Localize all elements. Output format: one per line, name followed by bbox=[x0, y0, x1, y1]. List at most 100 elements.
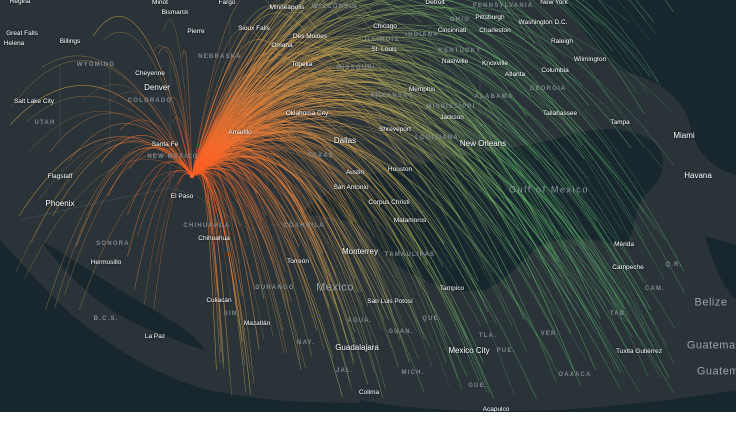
flow-arc bbox=[191, 174, 255, 290]
map-label-detroit-6: Detroit bbox=[425, 0, 445, 6]
flow-arc bbox=[191, 69, 668, 376]
map-label-que-91: QUE. bbox=[422, 316, 442, 322]
map-label-louisiana-53: LOUISIANA bbox=[415, 135, 459, 141]
map-label-tamaulipas-75: TAMAULIPAS bbox=[384, 252, 436, 258]
map-label-tab-88: TAB. bbox=[609, 311, 629, 317]
map-label-des-moines-14: Des Moines bbox=[292, 32, 328, 40]
map-label-monterrey-74: Monterrey bbox=[341, 247, 379, 256]
map-label-wyoming-25: WYOMING bbox=[76, 62, 116, 68]
flow-arc bbox=[144, 166, 193, 305]
map-label-tuxtla-gutierrez-101: Tuxtla Gutiérrez bbox=[616, 347, 662, 355]
flow-arc bbox=[191, 156, 425, 392]
map-label-guatemala-106: Guatemala bbox=[696, 365, 736, 378]
map-label-miami-52: Miami bbox=[673, 131, 695, 140]
map-label-coahuila-70: COAHUILA bbox=[283, 223, 325, 229]
map-label-chicago-15: Chicago bbox=[373, 22, 397, 30]
map-label-helena-10: Helena bbox=[3, 39, 25, 47]
map-label-amarillo-50: Amarillo bbox=[228, 128, 252, 136]
map-label-memphis-40: Memphis bbox=[408, 85, 436, 93]
map-label-salt-lake-city-42: Salt Lake City bbox=[13, 97, 55, 105]
map-label-guan-93: GUAN. bbox=[388, 329, 414, 335]
map-label-georgia-41: GEORGIA bbox=[529, 86, 567, 92]
flow-arc bbox=[134, 170, 193, 291]
map-label-minneapolis-4: Minneapolis bbox=[269, 3, 305, 11]
map-label-mexico-city-99: Mexico City bbox=[448, 346, 490, 355]
map-label-agua-90: AGUA. bbox=[347, 318, 373, 324]
map-label-austin-59: Austin bbox=[345, 168, 365, 176]
map-label-matamoros-68: Matamoros bbox=[393, 216, 427, 224]
map-label-q-r-79: Q.R. bbox=[665, 262, 683, 268]
map-label-missouri-32: MISSOURI bbox=[336, 65, 376, 71]
map-label-knoxville-34: Knoxville bbox=[481, 59, 509, 67]
map-label-denver-36: Denver bbox=[144, 83, 170, 92]
map-label-colima-108: Colima bbox=[358, 388, 380, 396]
map-label-torreon-77: Torreón bbox=[286, 257, 310, 265]
map-label-raleigh-24: Raleigh bbox=[550, 37, 574, 45]
map-label-culiacan-84: Culiacán bbox=[206, 296, 232, 304]
map-label-cincinnati-22: Cincinnati bbox=[437, 26, 467, 34]
map-label-tla-97: TLA. bbox=[478, 333, 498, 339]
map-label-mississippi-44: MISSISSIPPI bbox=[426, 104, 476, 110]
map-label-mazatlan-92: Mazatlán bbox=[243, 319, 271, 327]
flow-arc bbox=[30, 136, 193, 244]
map-canvas[interactable]: Regina Minot Fargo Bismarck Minneapolis WISCO… bbox=[0, 0, 736, 412]
map-label-b-c-s-89: B.C.S. bbox=[93, 316, 119, 322]
map-label-new-mexico-57: NEW MEXICO bbox=[147, 154, 199, 160]
map-label-el-paso-65: El Paso bbox=[170, 192, 194, 200]
flow-arc bbox=[191, 164, 225, 369]
map-label-mich-104: MICH. bbox=[401, 370, 425, 376]
map-label-mexico-81: Mexico bbox=[316, 281, 354, 294]
map-label-nay-96: NAY. bbox=[297, 340, 315, 346]
map-label-flagstaff-62: Flagstaff bbox=[47, 172, 73, 180]
flow-arc bbox=[191, 162, 222, 352]
map-label-durango-80: DURANGO bbox=[255, 285, 295, 291]
map-label-santa-fe-55: Santa Fe bbox=[151, 140, 179, 148]
map-label-columbia-35: Columbia bbox=[541, 66, 569, 74]
map-label-washington-d-c-18: Washington D.C. bbox=[518, 18, 568, 26]
map-label-charleston-23: Charleston bbox=[479, 26, 511, 34]
map-label-havana-61: Havana bbox=[684, 171, 712, 180]
map-label-dallas-54: Dallas bbox=[333, 136, 357, 145]
map-label-new-york-8: New York bbox=[540, 0, 568, 6]
map-label-chihuahua-71: Chihuahua bbox=[198, 234, 230, 242]
map-label-nashville-33: Nashville bbox=[441, 57, 469, 65]
map-label-hermosillo-76: Hermosillo bbox=[90, 258, 122, 266]
map-label-ohio-16: OHIO bbox=[449, 17, 471, 23]
map-label-omaha-19: Omaha bbox=[271, 41, 293, 49]
map-label-minot-1: Minot bbox=[152, 0, 168, 6]
map-label-san-luis-potosi-85: San Luis Potosí bbox=[367, 297, 413, 305]
map-label-san-antonio-64: San Antonio bbox=[333, 183, 369, 191]
map-label-phoenix-66: Phoenix bbox=[45, 199, 75, 208]
map-label-arkansas-39: ARKANSAS bbox=[370, 93, 414, 99]
map-label-jal-103: JAL. bbox=[336, 368, 354, 374]
map-label-oaxaca-105: OAXACA bbox=[558, 372, 592, 378]
map-label-pennsylvania-7: PENNSYLVANIA bbox=[472, 3, 534, 9]
map-label-texas-58: TEXAS bbox=[307, 153, 335, 159]
map-label-tampico-82: Tampico bbox=[439, 284, 465, 292]
map-label-nebraska-26: NEBRASKA bbox=[198, 54, 242, 60]
map-label-alabama-43: ALABAMA bbox=[474, 94, 514, 100]
map-label-great-falls-9: Great Falls bbox=[6, 29, 38, 37]
map-label-pierre-12: Pierre bbox=[187, 27, 205, 35]
map-label-fargo-2: Fargo bbox=[218, 0, 236, 6]
map-label-cheyenne-30: Cheyenne bbox=[135, 69, 165, 77]
map-label-regina-0: Regina bbox=[9, 0, 31, 5]
map-label-wilmington-29: Wilmington bbox=[573, 55, 607, 63]
map-label-guadalajara-98: Guadalajara bbox=[335, 343, 379, 352]
map-label-st-louis-27: St. Louis bbox=[371, 45, 397, 53]
map-label-topeka-31: Topeka bbox=[291, 60, 313, 68]
map-label-pue-100: PUE. bbox=[496, 348, 516, 354]
map-label-merida-73: Mérida bbox=[614, 240, 634, 248]
map-label-new-orleans-56: New Orleans bbox=[459, 139, 507, 148]
flow-arc bbox=[191, 131, 491, 393]
flow-arc bbox=[191, 152, 354, 344]
map-label-acapulco-109: Acapulco bbox=[482, 405, 510, 412]
map-label-sioux-falls-13: Sioux Falls bbox=[238, 24, 270, 32]
map-label-bismarck-3: Bismarck bbox=[161, 8, 189, 16]
map-label-pittsburgh-17: Pittsburgh bbox=[475, 13, 505, 21]
map-label-corpus-christi-67: Corpus Christi bbox=[368, 198, 410, 206]
map-label-cam-83: CAM. bbox=[644, 286, 666, 292]
map-label-guatemala-102: Guatemala bbox=[686, 339, 736, 352]
map-label-chihuahua-69: CHIHUAHUA bbox=[183, 223, 231, 229]
map-label-sonora-72: SONORA bbox=[96, 241, 130, 247]
